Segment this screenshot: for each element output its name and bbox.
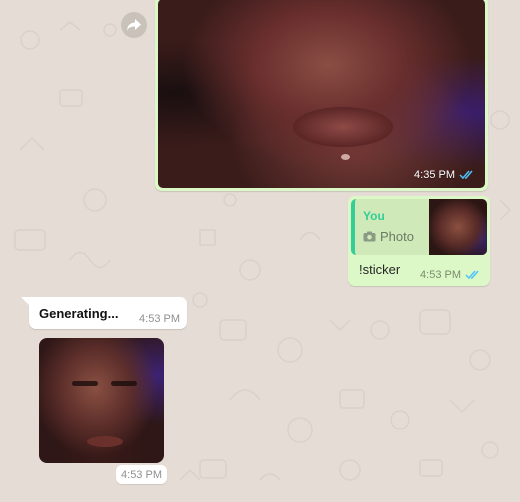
photo-lips [293, 107, 393, 147]
double-check-icon [465, 270, 479, 280]
incoming-text-message[interactable]: Generating... 4:53 PM [29, 297, 187, 329]
quote-author: You [363, 209, 385, 223]
quote-thumbnail [429, 199, 487, 255]
reply-text: !sticker [359, 262, 401, 277]
forward-arrow-icon [127, 19, 141, 31]
photo-time: 4:35 PM [414, 169, 455, 181]
photo-image[interactable]: 4:35 PM [158, 0, 485, 188]
reply-time: 4:53 PM [420, 269, 461, 281]
sticker-time: 4:53 PM [116, 465, 167, 484]
photo-highlight [341, 154, 350, 160]
incoming-sticker[interactable] [39, 338, 164, 463]
sticker-brow-right [111, 381, 137, 386]
quoted-message[interactable]: You Photo [351, 199, 487, 255]
photo-meta: 4:35 PM [414, 169, 475, 181]
sticker-brow-left [72, 381, 98, 386]
forward-button[interactable] [121, 12, 147, 38]
outgoing-photo-message[interactable]: 4:35 PM [155, 0, 488, 191]
sticker-mouth [87, 436, 123, 447]
outgoing-reply-message[interactable]: You Photo !sticker 4:53 PM [348, 196, 490, 286]
camera-icon [363, 231, 376, 242]
incoming-time: 4:53 PM [139, 313, 180, 325]
quote-type: Photo [363, 229, 414, 244]
incoming-text: Generating... [39, 306, 119, 321]
double-check-icon [459, 170, 473, 180]
quote-type-label: Photo [380, 229, 414, 244]
reply-meta: 4:53 PM [420, 269, 481, 281]
